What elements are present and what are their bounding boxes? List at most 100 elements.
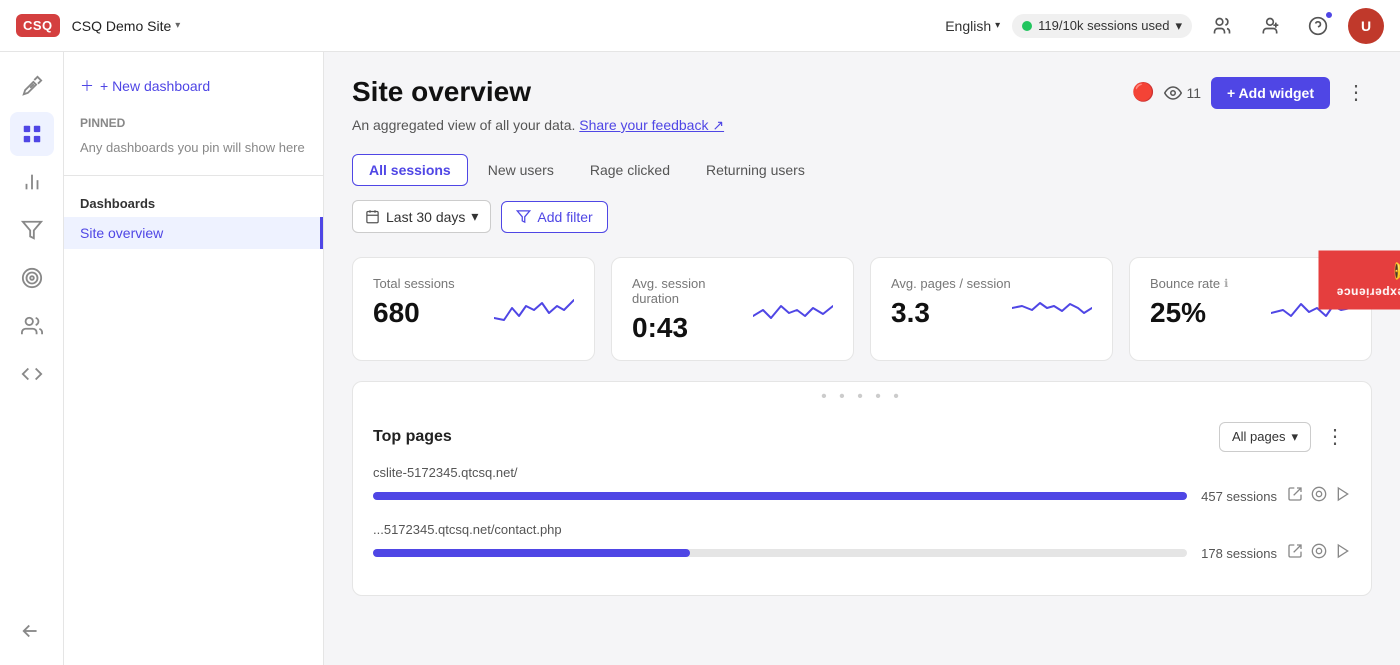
sessions-chevron-icon: ▾ xyxy=(1175,18,1182,34)
add-widget-button[interactable]: + Add widget xyxy=(1211,77,1330,109)
drag-handle[interactable]: • • • • • xyxy=(353,382,1371,412)
play-icon-0[interactable] xyxy=(1335,486,1351,506)
app-logo[interactable]: CSQ xyxy=(16,14,60,37)
add-user-icon xyxy=(1260,16,1280,36)
language-chevron-icon: ▾ xyxy=(995,20,1000,31)
sessions-label: 119/10k sessions used xyxy=(1038,18,1169,33)
tab-rage-clicked[interactable]: Rage clicked xyxy=(574,155,686,185)
sidebar-item-users[interactable] xyxy=(10,304,54,348)
tab-new-users[interactable]: New users xyxy=(472,155,570,185)
pages-filter-label: All pages xyxy=(1232,429,1285,444)
filter-bar: Last 30 days ▾ Add filter xyxy=(352,200,1372,233)
page-row: ...5172345.qtcsq.net/contact.php 178 ses… xyxy=(373,522,1351,563)
language-selector[interactable]: English ▾ xyxy=(945,18,1000,34)
sidebar-collapse-button[interactable] xyxy=(10,609,54,653)
play-icon-1[interactable] xyxy=(1335,543,1351,563)
sidebar-item-charts[interactable] xyxy=(10,160,54,204)
funnel-icon xyxy=(21,219,43,241)
dashboards-section-header: Dashboards xyxy=(64,184,323,217)
metric-chart-1 xyxy=(753,288,833,333)
metric-avg-pages: Avg. pages / session 3.3 xyxy=(870,257,1113,361)
help-icon xyxy=(1308,16,1328,36)
date-filter-label: Last 30 days xyxy=(386,209,465,225)
sidebar-item-integrations[interactable] xyxy=(10,352,54,396)
pinned-hint: Any dashboards you pin will show here xyxy=(64,136,323,167)
integrations-icon xyxy=(21,363,43,385)
language-label: English xyxy=(945,18,991,34)
tab-returning-users[interactable]: Returning users xyxy=(690,155,821,185)
top-pages-header: Top pages All pages ▾ ⋮ xyxy=(353,412,1371,465)
heatmap-icon-1[interactable] xyxy=(1311,543,1327,563)
metrics-row: Total sessions 680 Avg. session duration… xyxy=(352,257,1372,361)
bar-fill-1 xyxy=(373,549,690,557)
new-dashboard-button[interactable]: ＋ + New dashboard xyxy=(64,68,323,104)
rate-tab-icon: 🔔 xyxy=(1392,261,1400,280)
sidebar-item-label: Site overview xyxy=(80,225,163,241)
feedback-link[interactable]: Share your feedback ↗ xyxy=(579,117,724,133)
rate-experience-tab[interactable]: 🔔 Rate your experience xyxy=(1318,251,1400,310)
page-menu-button[interactable]: ⋮ xyxy=(1340,76,1372,109)
sidebar-item-funnels[interactable] xyxy=(10,208,54,252)
page-row-icons-1 xyxy=(1287,543,1351,563)
site-selector[interactable]: CSQ Demo Site ▾ xyxy=(72,18,181,34)
sidebar-item-dashboard[interactable] xyxy=(10,112,54,156)
team-icon-button[interactable] xyxy=(1204,8,1240,44)
icon-sidebar xyxy=(0,52,64,665)
sessions-used-badge[interactable]: 119/10k sessions used ▾ xyxy=(1012,14,1192,38)
main-layout: ＋ + New dashboard Pinned Any dashboards … xyxy=(0,52,1400,665)
plus-icon: ＋ xyxy=(80,76,94,96)
tab-all-sessions[interactable]: All sessions xyxy=(352,154,468,186)
sidebar-item-site-overview[interactable]: Site overview xyxy=(64,217,323,249)
help-icon-button[interactable] xyxy=(1300,8,1336,44)
page-title: Site overview xyxy=(352,76,531,108)
notification-badge xyxy=(1325,11,1333,19)
bar-fill-0 xyxy=(373,492,1187,500)
site-name: CSQ Demo Site xyxy=(72,18,172,34)
top-pages-actions: All pages ▾ ⋮ xyxy=(1219,420,1351,453)
metric-label-1: Avg. session duration xyxy=(632,276,753,306)
add-filter-label: Add filter xyxy=(537,209,592,225)
users-icon xyxy=(21,315,43,337)
filter-icon xyxy=(516,209,531,224)
page-link-1[interactable]: ...5172345.qtcsq.net/contact.php xyxy=(373,522,562,537)
top-pages-menu-button[interactable]: ⋮ xyxy=(1319,420,1351,453)
heatmap-icon-0[interactable] xyxy=(1311,486,1327,506)
info-icon[interactable]: ℹ xyxy=(1224,277,1228,290)
top-pages-body: cslite-5172345.qtcsq.net/ 457 sessions xyxy=(353,465,1371,595)
page-sessions-0: 457 sessions xyxy=(1197,489,1277,504)
page-link-0[interactable]: cslite-5172345.qtcsq.net/ xyxy=(373,465,518,480)
page-row: cslite-5172345.qtcsq.net/ 457 sessions xyxy=(373,465,1351,506)
rocket-icon xyxy=(21,75,43,97)
add-user-icon-button[interactable] xyxy=(1252,8,1288,44)
sidebar-item-target[interactable] xyxy=(10,256,54,300)
bar-track-1 xyxy=(373,549,1187,557)
header-actions: 🔴 11 + Add widget ⋮ xyxy=(1132,76,1372,109)
rate-tab-label: Rate your experience xyxy=(1336,286,1400,300)
share-icon-1[interactable] xyxy=(1287,543,1303,563)
add-filter-button[interactable]: Add filter xyxy=(501,201,607,233)
share-icon-0[interactable] xyxy=(1287,486,1303,506)
user-avatar[interactable]: U xyxy=(1348,8,1384,44)
pages-filter-button[interactable]: All pages ▾ xyxy=(1219,422,1311,452)
sidebar-divider xyxy=(64,175,323,176)
page-description: An aggregated view of all your data. Sha… xyxy=(352,117,1372,134)
page-row-icons-0 xyxy=(1287,486,1351,506)
add-widget-label: + Add widget xyxy=(1227,85,1314,101)
page-header: Site overview 🔴 11 + Add widget ⋮ xyxy=(352,76,1372,109)
target-icon xyxy=(21,267,43,289)
page-bar-line-1: 178 sessions xyxy=(373,543,1351,563)
content-sidebar: ＋ + New dashboard Pinned Any dashboards … xyxy=(64,52,324,665)
page-bar-line-0: 457 sessions xyxy=(373,486,1351,506)
sidebar-item-rocket[interactable] xyxy=(10,64,54,108)
metric-label-2: Avg. pages / session xyxy=(891,276,1011,291)
date-filter-button[interactable]: Last 30 days ▾ xyxy=(352,200,491,233)
site-chevron-icon: ▾ xyxy=(175,20,180,31)
page-url-0: cslite-5172345.qtcsq.net/ xyxy=(373,465,1351,480)
metric-value-0: 680 xyxy=(373,297,455,329)
main-content: Site overview 🔴 11 + Add widget ⋮ An agg… xyxy=(324,52,1400,665)
dashboard-icon xyxy=(21,123,43,145)
pinned-section-header: Pinned xyxy=(64,104,323,136)
page-views: 11 xyxy=(1164,84,1201,102)
alert-icon[interactable]: 🔴 xyxy=(1132,82,1154,103)
top-pages-title: Top pages xyxy=(373,428,452,446)
